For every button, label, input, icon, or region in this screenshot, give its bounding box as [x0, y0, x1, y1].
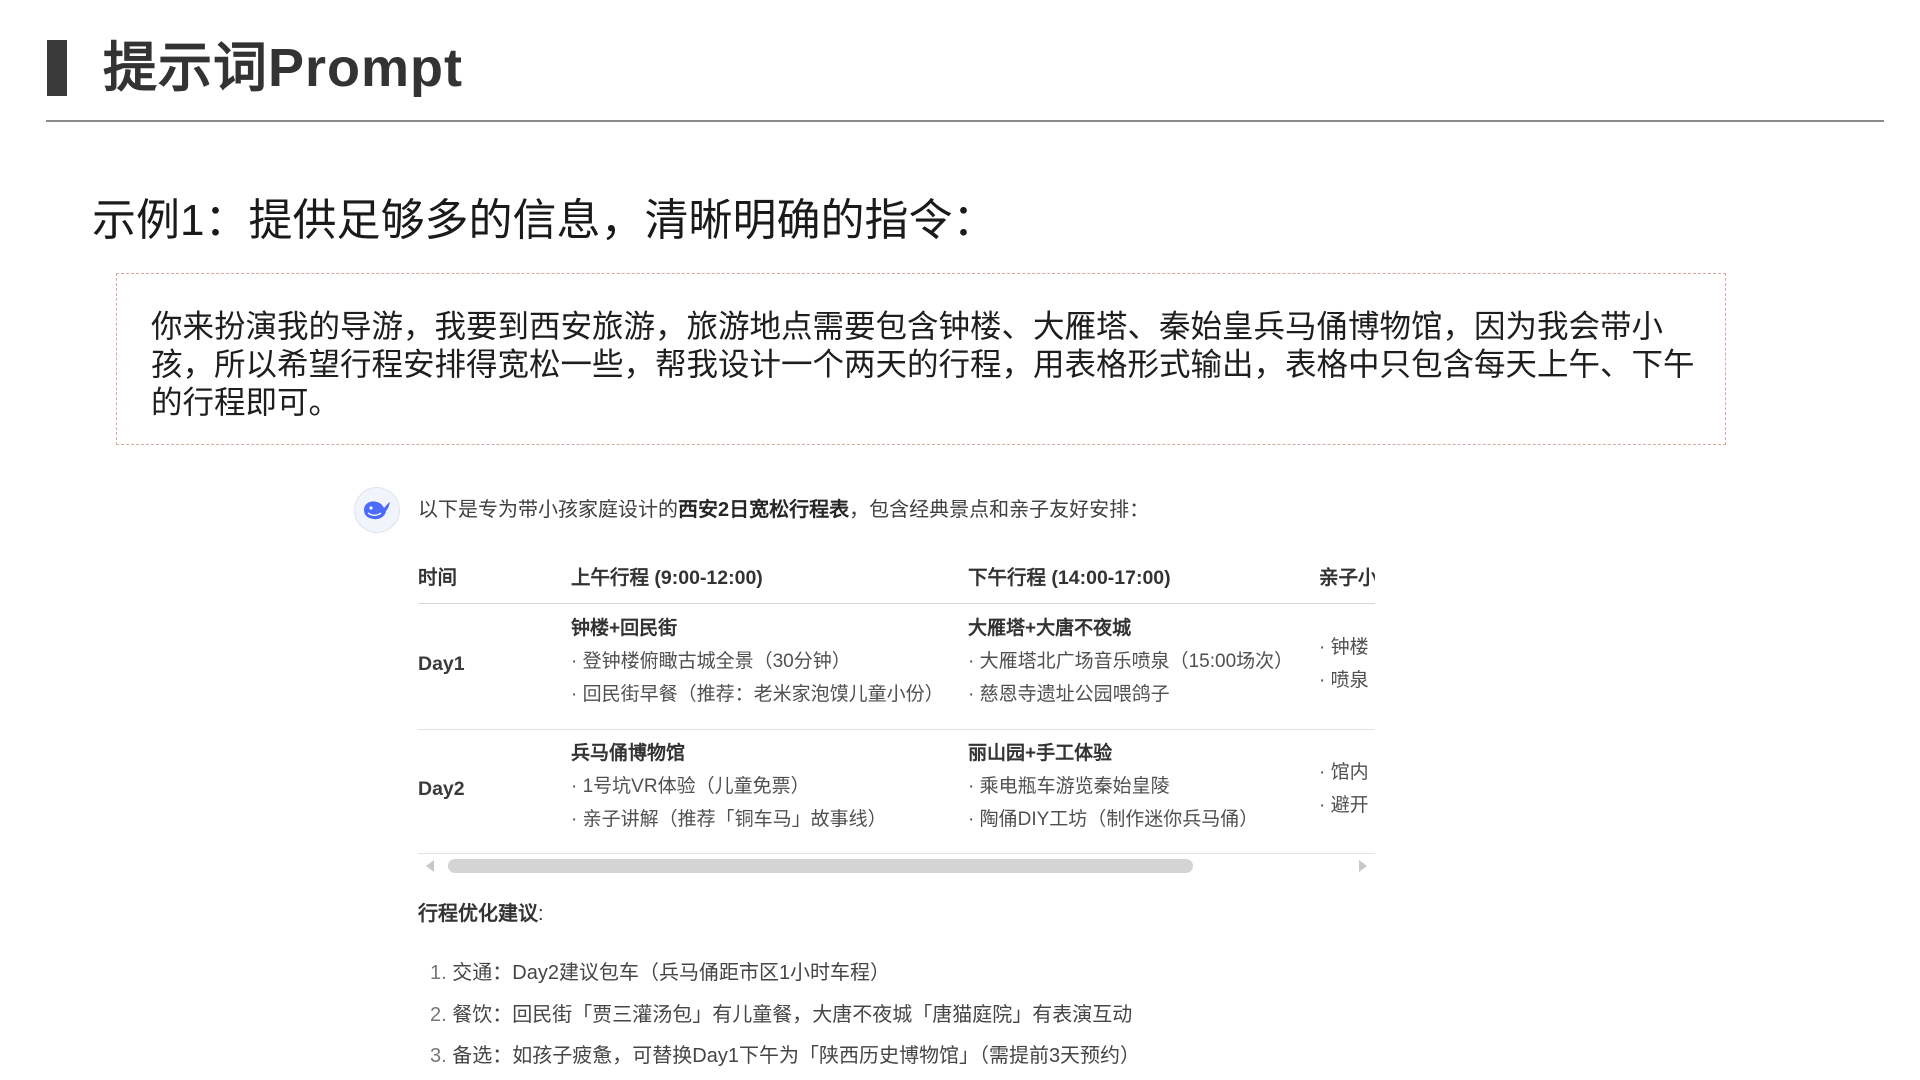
table-horizontal-scrollbar[interactable]: [418, 858, 1375, 874]
list-number: 1.: [430, 962, 447, 984]
prompt-text: 你来扮演我的导游，我要到西安旅游，旅游地点需要包含钟楼、大雁塔、秦始皇兵马俑博物…: [151, 309, 1695, 421]
morning-cell: 钟楼+回民街 · 登钟楼俯瞰古城全景（30分钟） · 回民街早餐（推荐：老米家泡…: [571, 612, 944, 711]
cell-item: · 乘电瓶车游览秦始皇陵: [968, 776, 1170, 797]
suggestions-colon: :: [538, 903, 544, 925]
morning-cell: 兵马俑博物馆 · 1号坑VR体验（儿童免票） · 亲子讲解（推荐「铜车马」故事线…: [571, 737, 887, 836]
cell-item: · 陶俑DIY工坊（制作迷你兵马俑）: [968, 809, 1259, 830]
list-number: 3.: [430, 1045, 447, 1067]
header-cell-tips: 亲子小: [1319, 567, 1375, 589]
list-item: 3. 备选：如孩子疲惫，可替换Day1下午为「陕西历史博物馆」（需提前3天预约）: [430, 1036, 1140, 1078]
list-item: 1. 交通：Day2建议包车（兵马俑距市区1小时车程）: [430, 953, 1140, 995]
header-cell-afternoon: 下午行程 (14:00-17:00): [968, 567, 1171, 589]
list-number: 2.: [430, 1003, 447, 1026]
afternoon-cell: 丽山园+手工体验 · 乘电瓶车游览秦始皇陵 · 陶俑DIY工坊（制作迷你兵马俑）: [968, 737, 1258, 836]
day-label: Day2: [418, 778, 465, 800]
slide-title: 提示词Prompt: [103, 38, 463, 98]
table-row: Day2 兵马俑博物馆 · 1号坑VR体验（儿童免票） · 亲子讲解（推荐「铜车…: [418, 730, 1375, 854]
suggestions-title: 行程优化建议: [418, 903, 538, 925]
intro-text-end: ，包含经典景点和亲子友好安排：: [849, 499, 1150, 521]
cell-item: · 钟楼: [1319, 637, 1369, 658]
scrollbar-thumb[interactable]: [448, 859, 1193, 873]
cell-item: · 1号坑VR体验（儿童免票）: [571, 776, 810, 797]
cell-item: · 慈恩寺遗址公园喂鸽子: [968, 684, 1170, 705]
list-text: 备选：如孩子疲惫，可替换Day1下午为「陕西历史博物馆」（需提前3天预约）: [452, 1045, 1141, 1067]
scroll-right-arrow-icon[interactable]: [1359, 860, 1367, 872]
cell-item: · 回民街早餐（推荐：老米家泡馍儿童小份）: [571, 684, 944, 705]
cell-item: · 馆内: [1319, 762, 1369, 783]
cell-title: 丽山园+手工体验: [968, 743, 1113, 764]
cell-item: · 登钟楼俯瞰古城全景（30分钟）: [571, 651, 851, 672]
table-header-row: 时间 上午行程 (9:00-12:00) 下午行程 (14:00-17:00) …: [418, 552, 1375, 604]
example-heading: 示例1：提供足够多的信息，清晰明确的指令：: [92, 196, 997, 245]
tips-cell: · 馆内 · 避开: [1319, 756, 1369, 822]
title-divider: [46, 120, 1884, 122]
cell-title: 大雁塔+大唐不夜城: [968, 618, 1132, 639]
prompt-box: 你来扮演我的导游，我要到西安旅游，旅游地点需要包含钟楼、大雁塔、秦始皇兵马俑博物…: [116, 273, 1726, 445]
day-label: Day1: [418, 653, 465, 675]
list-text: 餐饮：回民街「贾三灌汤包」有儿童餐，大唐不夜城「唐猫庭院」有表演互动: [452, 1003, 1133, 1026]
whale-logo-icon: [354, 487, 400, 533]
cell-item: · 亲子讲解（推荐「铜车马」故事线）: [571, 809, 887, 830]
title-accent-bar: [47, 40, 67, 96]
intro-text-start: 以下是专为带小孩家庭设计的: [418, 499, 678, 521]
response-intro: 以下是专为带小孩家庭设计的西安2日宽松行程表，包含经典景点和亲子友好安排：: [418, 496, 1149, 524]
tips-cell: · 钟楼 · 喷泉: [1319, 631, 1369, 697]
afternoon-cell: 大雁塔+大唐不夜城 · 大雁塔北广场音乐喷泉（15:00场次） · 慈恩寺遗址公…: [968, 612, 1293, 711]
cell-title: 钟楼+回民街: [571, 618, 678, 639]
suggestions-list: 1. 交通：Day2建议包车（兵马俑距市区1小时车程） 2. 餐饮：回民街「贾三…: [430, 953, 1140, 1078]
list-item: 2. 餐饮：回民街「贾三灌汤包」有儿童餐，大唐不夜城「唐猫庭院」有表演互动: [430, 995, 1140, 1037]
intro-text-bold: 西安2日宽松行程表: [678, 499, 850, 521]
cell-item: · 喷泉: [1319, 670, 1369, 691]
scroll-left-arrow-icon[interactable]: [426, 860, 434, 872]
list-text: 交通：Day2建议包车（兵马俑距市区1小时车程）: [452, 962, 891, 984]
cell-title: 兵马俑博物馆: [571, 743, 686, 764]
header-cell-time: 时间: [418, 567, 458, 589]
suggestions-heading: 行程优化建议:: [418, 899, 544, 929]
cell-item: · 大雁塔北广场音乐喷泉（15:00场次）: [968, 651, 1294, 672]
cell-item: · 避开: [1319, 795, 1369, 816]
table-row: Day1 钟楼+回民街 · 登钟楼俯瞰古城全景（30分钟） · 回民街早餐（推荐…: [418, 604, 1375, 730]
header-cell-morning: 上午行程 (9:00-12:00): [571, 567, 763, 589]
itinerary-table[interactable]: 时间 上午行程 (9:00-12:00) 下午行程 (14:00-17:00) …: [418, 552, 1375, 854]
